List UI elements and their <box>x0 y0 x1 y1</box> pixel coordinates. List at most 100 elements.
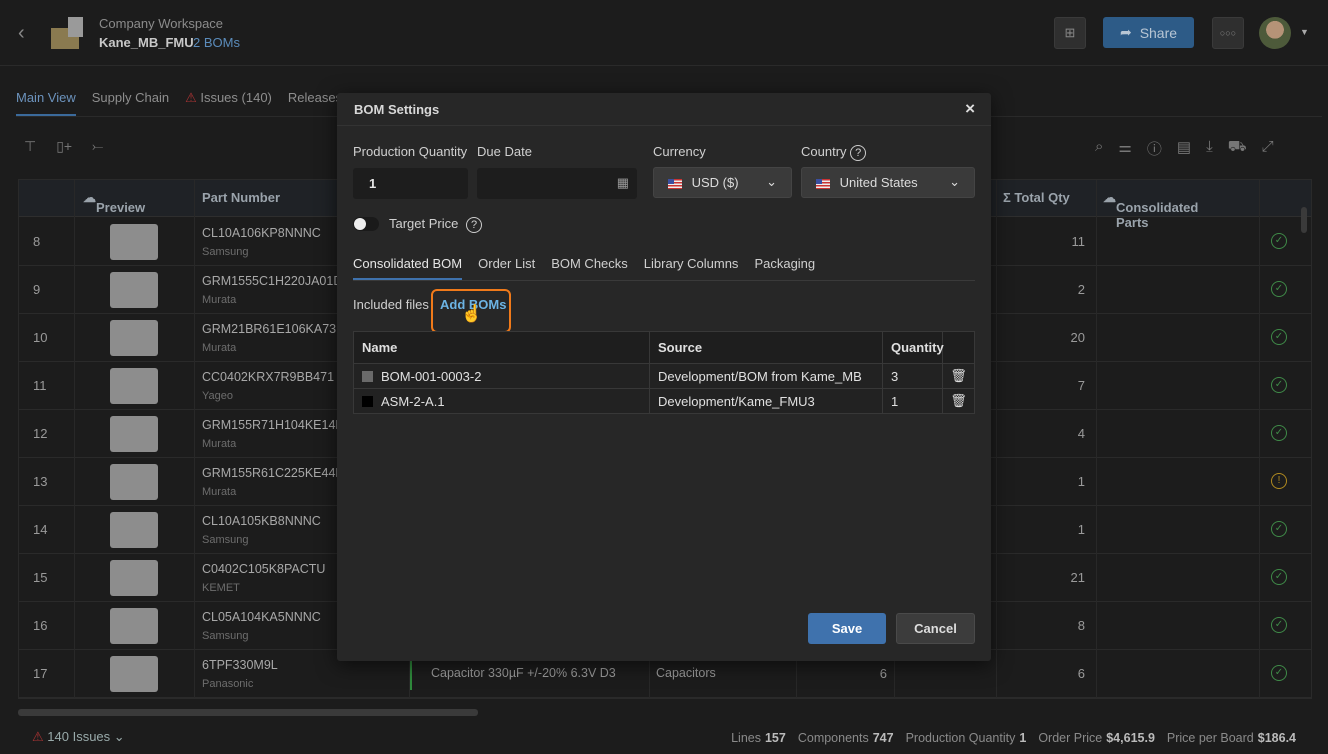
bom-settings-dialog: BOM Settings × Production Quantity Due D… <box>337 93 991 661</box>
top-bar: ‹ Company Workspace Kane_MB_FMU 2 BOMs ⊞… <box>0 0 1328 66</box>
currency-label: Currency <box>653 144 706 159</box>
share-button[interactable]: ➦ Share <box>1103 17 1194 48</box>
file-row[interactable]: BOM-001-0003-2 Development/BOM from Kame… <box>354 363 974 388</box>
cancel-button[interactable]: Cancel <box>896 613 975 644</box>
issues-dropdown[interactable]: ⚠ 140 Issues ⌄ <box>32 729 125 745</box>
part-number[interactable]: CL10A105KB8NNNC <box>202 514 321 528</box>
currency-select[interactable]: USD ($) ⌄ <box>653 167 792 198</box>
tab-releases[interactable]: Releases <box>288 84 342 116</box>
quantity: 6 <box>879 666 887 681</box>
manufacturer: Samsung <box>202 534 249 546</box>
manufacturer: KEMET <box>202 582 240 594</box>
avatar[interactable] <box>1259 17 1291 49</box>
row-number: 8 <box>33 234 41 249</box>
bom-count-link[interactable]: 2 BOMs <box>193 35 240 50</box>
chevron-down-icon[interactable]: ▼ <box>1300 27 1309 37</box>
total-qty: 20 <box>1070 330 1085 345</box>
comment-icon[interactable]: ▤ <box>1177 138 1191 159</box>
tab-supply-chain[interactable]: Supply Chain <box>92 84 169 116</box>
help-icon[interactable]: ? <box>850 145 867 161</box>
production-quantity-label: Production Quantity <box>353 144 468 159</box>
total-qty: 1 <box>1077 474 1085 489</box>
part-preview-image <box>110 416 158 452</box>
main-tabs: Main View Supply Chain ⚠ Issues (140) Re… <box>16 84 342 116</box>
expand-icon[interactable]: ⤢ <box>1262 138 1274 159</box>
total-qty: 1 <box>1077 522 1085 537</box>
manufacturer: Yageo <box>202 390 233 402</box>
merge-icon[interactable]: ⤚ <box>92 138 103 155</box>
part-number[interactable]: GRM155R61C225KE44D <box>202 466 344 480</box>
trash-icon[interactable]: 🗑 <box>943 389 974 413</box>
save-button[interactable]: Save <box>808 613 886 644</box>
vertical-scrollbar[interactable] <box>1301 207 1307 233</box>
tab-consolidated-bom[interactable]: Consolidated BOM <box>353 254 463 280</box>
description: Capacitor 330µF +/-20% 6.3V D3 <box>431 666 616 680</box>
tab-order-list[interactable]: Order List <box>478 254 535 280</box>
file-quantity[interactable]: 1 <box>883 389 943 413</box>
included-files-label: Included files <box>353 297 429 312</box>
project-name: Kane_MB_FMU <box>99 35 194 50</box>
color-swatch <box>362 370 373 382</box>
part-number[interactable]: CL10A106KP8NNNC <box>202 226 321 240</box>
header-total-qty[interactable]: Σ Total Qty <box>1003 190 1070 205</box>
back-icon[interactable]: ‹ <box>18 22 25 45</box>
close-icon[interactable]: × <box>965 99 975 119</box>
part-number[interactable]: C0402C105K8PACTU <box>202 562 325 576</box>
filter-icon[interactable]: ⚌ <box>1118 138 1131 159</box>
part-number[interactable]: GRM155R71H104KE14D <box>202 418 344 432</box>
included-files-table: Name Source Quantity BOM-001-0003-2 Deve… <box>353 331 975 414</box>
help-icon[interactable]: ? <box>466 217 482 233</box>
col-quantity: Quantity <box>883 332 944 363</box>
part-preview-image <box>110 272 158 308</box>
total-qty: 6 <box>1077 666 1085 681</box>
add-comment-button[interactable]: ⊞ <box>1054 17 1086 49</box>
manufacturer: Murata <box>202 342 237 354</box>
check-status-icon: ✓ <box>1271 521 1287 537</box>
tab-library-columns[interactable]: Library Columns <box>644 254 739 280</box>
manufacturer: Samsung <box>202 246 249 258</box>
file-name: BOM-001-0003-2 <box>381 368 482 384</box>
part-number[interactable]: GRM21BR61E106KA73L <box>202 322 343 336</box>
manufacturer: Murata <box>202 486 237 498</box>
tab-bom-checks[interactable]: BOM Checks <box>551 254 628 280</box>
due-date-input[interactable]: ▦ <box>477 168 637 199</box>
file-row[interactable]: ASM-2-A.1 Development/Kame_FMU3 1 🗑 <box>354 388 974 413</box>
production-quantity-input[interactable]: 1 <box>353 168 468 199</box>
manufacturer: Murata <box>202 294 237 306</box>
country-select[interactable]: United States ⌄ <box>801 167 975 198</box>
download-icon[interactable]: ⤓ <box>1206 138 1213 159</box>
part-number[interactable]: CL05A104KA5NNNC <box>202 610 321 624</box>
part-number[interactable]: GRM1555C1H220JA01D <box>202 274 342 288</box>
check-status-icon: ✓ <box>1271 377 1287 393</box>
add-column-icon[interactable]: ▯+ <box>56 138 72 155</box>
color-swatch <box>362 395 373 407</box>
hand-cursor-icon: ☝ <box>461 304 483 323</box>
row-number: 16 <box>33 618 48 633</box>
search-icon[interactable]: ⌕ <box>1095 138 1103 159</box>
cart-icon[interactable]: ⛟ <box>1228 138 1247 159</box>
grid-toolbar-left: ⊤ ▯+ ⤚ <box>24 138 103 155</box>
part-preview-image <box>110 464 158 500</box>
trash-icon[interactable]: 🗑 <box>943 364 974 388</box>
tab-issues[interactable]: ⚠ Issues (140) <box>185 84 272 116</box>
chevron-down-icon: ⌄ <box>949 174 960 189</box>
tab-packaging[interactable]: Packaging <box>754 254 815 280</box>
header-part-number[interactable]: Part Number <box>202 190 280 205</box>
tab-main-view[interactable]: Main View <box>16 84 76 116</box>
header-preview[interactable]: ☁ Preview <box>83 190 145 215</box>
warning-status-icon: ! <box>1271 473 1287 489</box>
more-button[interactable]: ○○○ <box>1212 17 1244 49</box>
horizontal-scrollbar-thumb[interactable] <box>18 709 478 716</box>
row-number: 13 <box>33 474 48 489</box>
calendar-icon[interactable]: ▦ <box>617 175 629 191</box>
add-row-icon[interactable]: ⊤ <box>24 138 36 155</box>
part-preview-image <box>110 512 158 548</box>
info-icon[interactable]: ⓘ <box>1147 138 1162 159</box>
check-status-icon: ✓ <box>1271 569 1287 585</box>
part-number[interactable]: 6TPF330M9L <box>202 658 278 672</box>
target-price-toggle[interactable] <box>353 217 379 231</box>
header-consolidated-parts[interactable]: ☁ Consolidated Parts <box>1103 190 1198 230</box>
status-bar: ⚠ 140 Issues ⌄ Lines 157 Components 747 Pr… <box>0 720 1328 754</box>
file-quantity[interactable]: 3 <box>883 364 943 388</box>
part-number[interactable]: CC0402KRX7R9BB471 <box>202 370 334 384</box>
